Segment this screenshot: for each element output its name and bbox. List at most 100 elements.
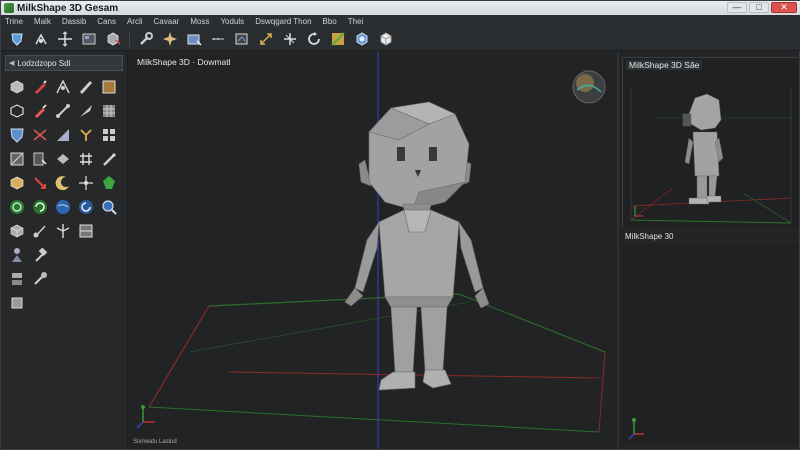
lower-panel-label: MilkShape 30 (625, 232, 674, 241)
empty-slot-7 (98, 268, 119, 289)
toolbar-separator (129, 31, 130, 47)
green-ring-tool-icon[interactable] (29, 196, 50, 217)
viewport-label: MilkShape 3D · Dowmatl (137, 57, 231, 67)
sparkle-tool-icon[interactable] (75, 172, 96, 193)
joint-tool-icon[interactable] (29, 220, 50, 241)
empty-slot-4 (98, 244, 119, 265)
sphere-icon[interactable] (352, 30, 372, 49)
menu-item-dswqgard[interactable]: Dswqgard Thon (255, 17, 311, 26)
tool-panel: ◀ Lodzdzopo Sdl (1, 52, 128, 449)
menu-item-moss[interactable]: Moss (190, 17, 209, 26)
lower-scene[interactable] (622, 244, 798, 444)
flip-tool-icon[interactable] (52, 148, 73, 169)
hash-tool-icon[interactable] (75, 148, 96, 169)
menu-item-dassib[interactable]: Dassib (62, 17, 86, 26)
camera-icon[interactable] (184, 30, 204, 49)
viewport-icon[interactable] (79, 30, 99, 49)
shield-tool-icon[interactable] (6, 124, 27, 145)
orientation-globe-icon (572, 70, 606, 104)
earth-tool-icon[interactable] (52, 196, 73, 217)
menu-item-cavaar[interactable]: Cavaar (154, 17, 180, 26)
lower-axis-gizmo-icon (628, 418, 644, 440)
axis-gizmo-icon (136, 405, 155, 429)
frame-tool-icon[interactable] (98, 76, 119, 97)
moon-tool-icon[interactable] (52, 172, 73, 193)
zoom-tool-icon[interactable] (98, 196, 119, 217)
window-title: MilkShape 3D Gesam (17, 2, 119, 14)
empty-slot-2 (52, 244, 73, 265)
cube-cut-icon[interactable] (103, 30, 123, 49)
menu-item-bbo[interactable]: Bbo (323, 17, 337, 26)
box-outline-tool-icon[interactable] (6, 292, 27, 313)
tool-grid (1, 74, 127, 318)
pencil-tool-icon[interactable] (29, 100, 50, 121)
stack-tool-icon[interactable] (6, 268, 27, 289)
title-bar: MilkShape 3D Gesam — □ ✕ (1, 1, 800, 15)
scale-icon[interactable] (256, 30, 276, 49)
menu-item-malk[interactable]: Malk (34, 17, 51, 26)
panel-tool-icon[interactable] (75, 220, 96, 241)
refresh-tool-icon[interactable] (75, 196, 96, 217)
perspective-scene[interactable] (129, 52, 619, 449)
lower-viewport[interactable] (622, 244, 798, 444)
green-circle-tool-icon[interactable] (6, 196, 27, 217)
menu-item-arcli[interactable]: Arcli (127, 17, 143, 26)
knife-tool-icon[interactable] (75, 100, 96, 121)
texture-icon[interactable] (328, 30, 348, 49)
tool-panel-header[interactable]: ◀ Lodzdzopo Sdl (5, 55, 123, 71)
wrench-icon[interactable] (136, 30, 156, 49)
empty-slot-6 (75, 268, 96, 289)
side-viewport[interactable]: MilkShape 3D Sãe (622, 57, 799, 228)
frame-select-tool-icon[interactable] (29, 148, 50, 169)
mallet-tool-icon[interactable] (29, 268, 50, 289)
perspective-viewport[interactable]: MilkShape 3D · Dowmatl Sixnwatu Laslud (129, 52, 619, 449)
box-select-tool-icon[interactable] (6, 100, 27, 121)
split-tool-icon[interactable] (52, 220, 73, 241)
cylinder-tool-icon[interactable] (6, 220, 27, 241)
main-toolbar (1, 28, 800, 51)
bend-tool-icon[interactable] (75, 124, 96, 145)
arrows-icon[interactable] (208, 30, 228, 49)
maximize-button[interactable]: □ (749, 2, 769, 13)
move-axes-icon[interactable] (31, 30, 51, 49)
brush-tool-icon[interactable] (75, 76, 96, 97)
menu-item-thei[interactable]: Thei (348, 17, 364, 26)
gold-cube-tool-icon[interactable] (6, 172, 27, 193)
grid-tool-icon[interactable] (98, 100, 119, 121)
window-controls: — □ ✕ (727, 2, 797, 13)
green-gem-tool-icon[interactable] (98, 172, 119, 193)
scissor-tool-icon[interactable] (29, 124, 50, 145)
chevron-left-icon: ◀ (9, 60, 15, 67)
empty-slot-3 (75, 244, 96, 265)
frame-icon[interactable] (232, 30, 252, 49)
app-logo-icon (4, 3, 14, 13)
app-window: MilkShape 3D Gesam — □ ✕ Trine Malk Dass… (0, 0, 800, 450)
crosshair-icon[interactable] (55, 30, 75, 49)
menu-item-trine[interactable]: Trine (5, 17, 23, 26)
picture-tool-icon[interactable] (6, 148, 27, 169)
box-icon[interactable] (376, 30, 396, 49)
star-burst-icon[interactable] (160, 30, 180, 49)
cube-tool-icon[interactable] (6, 76, 27, 97)
wand-tool-icon[interactable] (98, 148, 119, 169)
vertex-tool-icon[interactable] (52, 76, 73, 97)
menu-item-cans[interactable]: Cans (97, 17, 116, 26)
viewport-footer: Sixnwatu Laslud (133, 439, 177, 445)
uv-grid-tool-icon[interactable] (98, 124, 119, 145)
pen-red-tool-icon[interactable] (29, 76, 50, 97)
side-scene[interactable] (623, 58, 799, 228)
figure-tool-icon[interactable] (6, 244, 27, 265)
close-button[interactable]: ✕ (771, 2, 797, 13)
menu-item-yoduls[interactable]: Yoduls (220, 17, 244, 26)
arrow-red-tool-icon[interactable] (29, 172, 50, 193)
arrow-move-icon[interactable] (280, 30, 300, 49)
rotate-icon[interactable] (304, 30, 324, 49)
empty-slot-1 (98, 220, 119, 241)
tool-panel-title: Lodzdzopo Sdl (17, 58, 71, 68)
bone-tool-icon[interactable] (52, 100, 73, 121)
hammer-tool-icon[interactable] (29, 244, 50, 265)
minimize-button[interactable]: — (727, 2, 747, 13)
triangle-tool-icon[interactable] (52, 124, 73, 145)
menu-bar: Trine Malk Dassib Cans Arcli Cavaar Moss… (1, 15, 800, 28)
select-shield-icon[interactable] (7, 30, 27, 49)
